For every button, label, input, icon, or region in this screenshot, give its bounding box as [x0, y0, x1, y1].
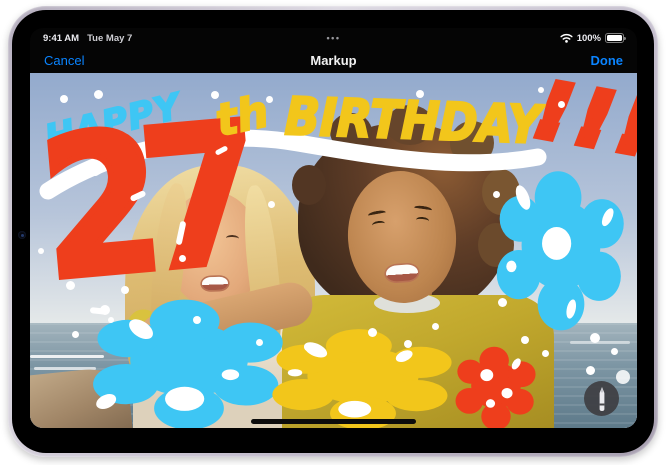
person-right-curl — [450, 121, 494, 165]
done-button[interactable]: Done — [591, 53, 624, 68]
person-right-sweatshirt — [282, 295, 554, 428]
markup-toolbar: Cancel Markup Done — [30, 48, 637, 73]
markup-tools-button[interactable] — [584, 381, 619, 416]
cancel-button[interactable]: Cancel — [44, 53, 84, 68]
marker-pen-icon — [595, 386, 609, 412]
battery-fill — [607, 35, 622, 41]
wave-foam — [30, 355, 104, 358]
status-bar: 9:41 AM Tue May 7 ••• 100% — [30, 28, 637, 48]
status-time: 9:41 AM — [43, 33, 79, 44]
person-right-curl — [386, 105, 434, 145]
multitask-indicator[interactable]: ••• — [327, 33, 341, 43]
person-left-eye — [226, 235, 239, 243]
ipad-device: 9:41 AM Tue May 7 ••• 100% — [0, 0, 666, 465]
wifi-icon — [560, 33, 573, 43]
battery-percent: 100% — [577, 33, 601, 44]
person-right-curl — [330, 113, 372, 151]
person-right-curl — [478, 223, 514, 267]
photo-canvas[interactable]: HAPPY 27 th BIRTHDAY !!! — [30, 73, 637, 428]
battery-icon — [605, 33, 624, 43]
device-bezel: 9:41 AM Tue May 7 ••• 100% — [12, 10, 654, 453]
device-frame: 9:41 AM Tue May 7 ••• 100% — [8, 6, 658, 457]
battery-nub — [624, 37, 626, 41]
home-indicator[interactable] — [251, 419, 416, 424]
person-right-curl — [292, 165, 326, 205]
wave-foam — [570, 341, 630, 344]
status-date: Tue May 7 — [87, 33, 132, 44]
person-right-curl — [482, 169, 520, 215]
screen: 9:41 AM Tue May 7 ••• 100% — [30, 28, 637, 428]
person-left-smile — [202, 277, 228, 291]
front-camera-icon — [18, 231, 26, 239]
page-title: Markup — [310, 53, 356, 68]
